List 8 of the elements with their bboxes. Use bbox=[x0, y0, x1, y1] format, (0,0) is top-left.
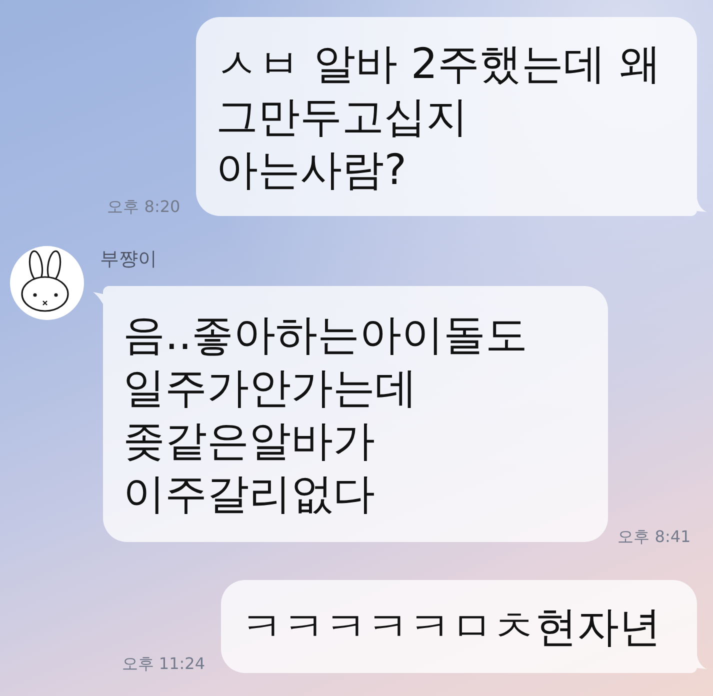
message-text: ㅋㅋㅋㅋㅋㅁㅊ현자년 bbox=[241, 601, 661, 653]
message-time: 오후 11:24 bbox=[122, 655, 205, 673]
message-text: 음..좋아하는아이돌도 일주가안가는데 좆같은알바가 이주갈리없다 bbox=[123, 309, 528, 520]
rabbit-avatar-icon[interactable] bbox=[10, 246, 84, 320]
sender-name: 부쨩이 bbox=[100, 248, 157, 270]
message-text: ㅅㅂ 알바 2주했는데 왜 그만두고십지 아는사람? bbox=[216, 38, 661, 196]
message-time: 오후 8:41 bbox=[618, 528, 691, 546]
message-time: 오후 8:20 bbox=[107, 198, 180, 216]
